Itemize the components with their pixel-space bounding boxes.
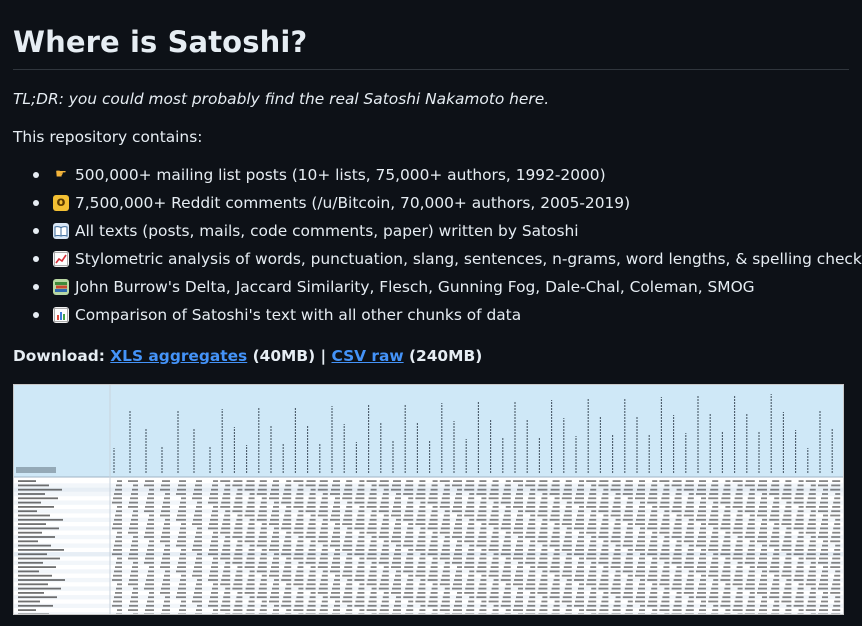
bullet-dot — [33, 312, 39, 318]
csv-download-link[interactable]: CSV raw — [331, 347, 403, 365]
spreadsheet-grid-image — [14, 385, 843, 614]
list-item-text: 7,500,000+ Reddit comments (/u/Bitcoin, … — [75, 194, 631, 212]
xls-download-link[interactable]: XLS aggregates — [110, 347, 247, 365]
bullet-dot — [33, 256, 39, 262]
separator: | — [320, 347, 327, 365]
bullet-dot — [33, 284, 39, 290]
books-icon — [53, 279, 69, 295]
list-item-text: Stylometric analysis of words, punctuati… — [75, 250, 862, 268]
tldr-text: TL;DR: you could most probably find the … — [13, 90, 550, 108]
list-item: ☛ 500,000+ mailing list posts (10+ lists… — [33, 161, 849, 189]
bar-chart-icon — [53, 307, 69, 323]
astonished-face-icon: o — [53, 195, 69, 211]
list-item-text: John Burrow's Delta, Jaccard Similarity,… — [75, 278, 755, 296]
download-line: Download: XLS aggregates (40MB) | CSV ra… — [13, 345, 849, 367]
open-book-icon — [53, 223, 69, 239]
list-item-text: All texts (posts, mails, code comments, … — [75, 222, 579, 240]
page-title: Where is Satoshi? — [13, 24, 849, 70]
intro-text: This repository contains: — [13, 128, 203, 146]
list-item-text: Comparison of Satoshi's text with all ot… — [75, 306, 522, 324]
spreadsheet-screenshot-image — [13, 384, 844, 615]
list-item-text: 500,000+ mailing list posts (10+ lists, … — [75, 166, 606, 184]
xls-size: (40MB) — [252, 347, 316, 365]
list-item: All texts (posts, mails, code comments, … — [33, 217, 849, 245]
bullet-dot — [33, 228, 39, 234]
download-label: Download: — [13, 347, 105, 365]
pointing-hand-icon: ☛ — [55, 167, 67, 182]
readme: Where is Satoshi? TL;DR: you could most … — [0, 0, 862, 615]
chart-increasing-icon — [53, 251, 69, 267]
list-item: John Burrow's Delta, Jaccard Similarity,… — [33, 273, 849, 301]
contents-list: ☛ 500,000+ mailing list posts (10+ lists… — [33, 161, 862, 329]
csv-size: (240MB) — [408, 347, 483, 365]
list-item: Stylometric analysis of words, punctuati… — [33, 245, 862, 273]
bullet-dot — [33, 172, 39, 178]
list-item: o 7,500,000+ Reddit comments (/u/Bitcoin… — [33, 189, 849, 217]
bullet-dot — [33, 200, 39, 206]
list-item: Comparison of Satoshi's text with all ot… — [33, 301, 849, 329]
